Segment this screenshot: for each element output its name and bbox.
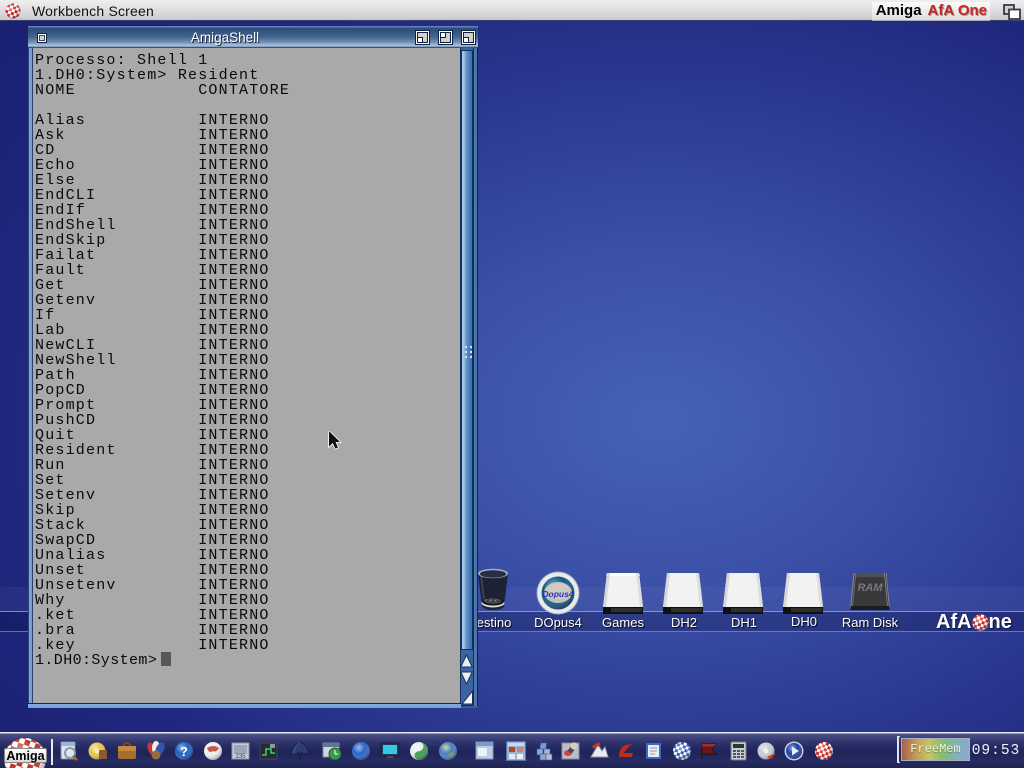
- svg-text:?: ?: [180, 744, 188, 759]
- svg-text:235: 235: [235, 754, 246, 760]
- svg-text:RAM: RAM: [857, 582, 883, 594]
- svg-text:Dopus4: Dopus4: [542, 589, 573, 599]
